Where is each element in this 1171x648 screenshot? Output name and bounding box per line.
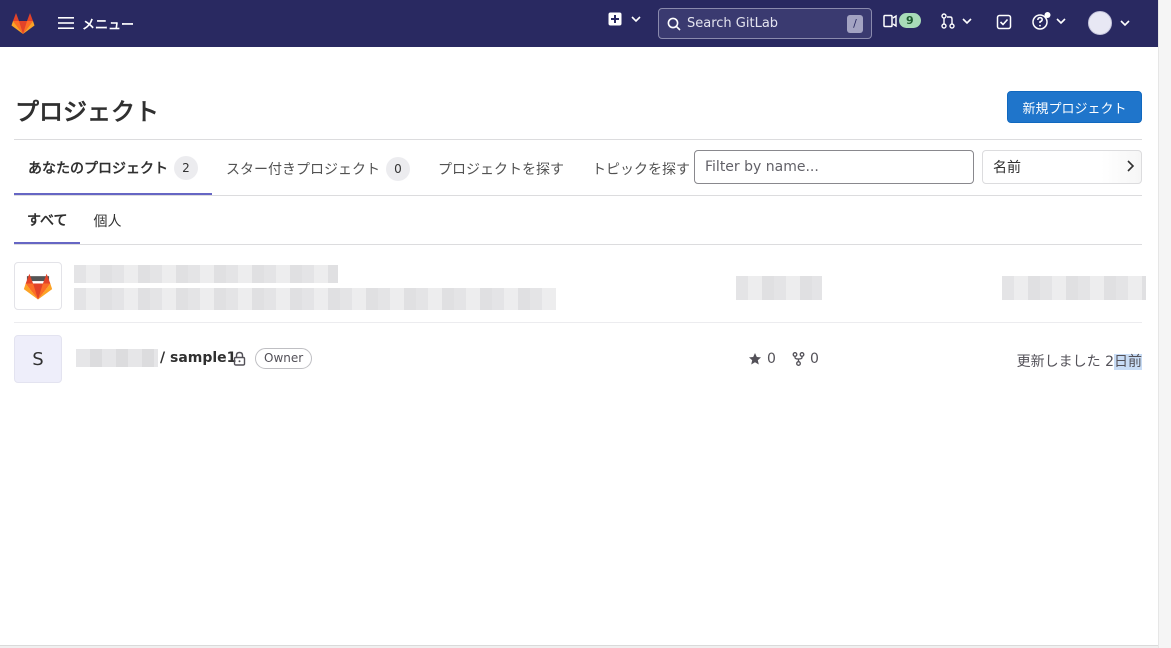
- issues-link[interactable]: 9: [883, 13, 921, 28]
- merge-request-icon: [941, 13, 955, 29]
- role-badge: Owner: [255, 348, 313, 369]
- scrollbar[interactable]: [1158, 0, 1171, 648]
- chevron-down-icon: [631, 16, 641, 23]
- create-new-dropdown[interactable]: [608, 12, 641, 26]
- tab-explore-projects[interactable]: プロジェクトを探す: [424, 143, 578, 195]
- search-input[interactable]: [687, 16, 837, 31]
- sort-dropdown[interactable]: 名前: [982, 150, 1142, 184]
- plus-square-icon: [608, 12, 622, 26]
- tab-count-badge: 0: [386, 157, 410, 181]
- project-name-link[interactable]: / sample1: [160, 350, 236, 366]
- redacted-project-name: [74, 265, 338, 283]
- tab-label: プロジェクトを探す: [438, 162, 564, 178]
- gitlab-logo-icon[interactable]: [10, 10, 36, 36]
- subtab-personal[interactable]: 個人: [80, 197, 134, 244]
- issues-count-badge: 9: [899, 13, 921, 28]
- project-row[interactable]: [14, 262, 1146, 312]
- redacted-project-description: [74, 288, 556, 310]
- tab-your-projects[interactable]: あなたのプロジェクト 2: [14, 143, 212, 195]
- divider: [14, 244, 1142, 245]
- updated-prefix: 更新しました 2: [1016, 354, 1114, 370]
- divider: [14, 322, 1142, 323]
- forks-count: 0: [810, 351, 819, 367]
- chevron-down-icon: [1056, 18, 1066, 25]
- divider: [14, 195, 1142, 196]
- chevron-down-icon: [1120, 20, 1130, 27]
- updated-suffix: 日前: [1114, 354, 1142, 370]
- stars-count-link[interactable]: 0: [748, 351, 776, 367]
- divider: [14, 139, 1142, 140]
- fork-icon: [792, 352, 805, 366]
- tab-count-badge: 2: [174, 156, 198, 180]
- help-icon: [1032, 12, 1051, 30]
- tab-explore-topics[interactable]: トピックを探す: [578, 143, 690, 195]
- redacted-project-updated: [1002, 276, 1146, 300]
- todo-checkbox-icon: [996, 14, 1012, 30]
- tab-label: トピックを探す: [592, 162, 690, 178]
- menu-button[interactable]: メニュー: [58, 12, 134, 34]
- chevron-down-icon: [962, 18, 972, 25]
- tab-starred-projects[interactable]: スター付きプロジェクト 0: [212, 143, 424, 195]
- project-subtabs: すべて 個人: [14, 197, 134, 244]
- stars-count: 0: [767, 351, 776, 367]
- new-project-button[interactable]: 新規プロジェクト: [1007, 91, 1142, 123]
- issues-icon: [883, 14, 897, 27]
- todo-link[interactable]: [996, 14, 1012, 34]
- menu-label: メニュー: [82, 17, 135, 33]
- project-avatar: S: [14, 335, 62, 383]
- updated-time: 更新しました 2日前: [1017, 351, 1142, 371]
- project-avatar: [14, 262, 62, 310]
- project-row[interactable]: S / sample1 Owner 0 0 更新しました 2日前: [14, 335, 1142, 383]
- user-menu-dropdown[interactable]: [1088, 11, 1130, 35]
- lock-icon: [233, 351, 246, 366]
- top-navbar: メニュー / 9: [0, 0, 1158, 47]
- tab-label: あなたのプロジェクト: [28, 161, 168, 177]
- filter-by-name-input[interactable]: [694, 150, 974, 184]
- redacted-project-stats: [736, 276, 822, 300]
- star-icon: [749, 353, 761, 365]
- hamburger-icon: [58, 17, 74, 29]
- merge-requests-dropdown[interactable]: [940, 13, 972, 29]
- help-dropdown[interactable]: [1032, 12, 1066, 30]
- search-icon: [667, 17, 681, 31]
- sort-label: 名前: [993, 160, 1021, 176]
- gitlab-logo-icon: [23, 273, 53, 300]
- search-box[interactable]: /: [658, 8, 872, 39]
- subtab-all[interactable]: すべて: [14, 197, 81, 244]
- tab-label: スター付きプロジェクト: [226, 162, 380, 178]
- page-title: プロジェクト: [15, 98, 159, 126]
- chevron-right-icon[interactable]: [1124, 158, 1138, 174]
- project-tabs: あなたのプロジェクト 2 スター付きプロジェクト 0 プロジェクトを探す トピッ…: [14, 143, 690, 195]
- redacted-namespace: [76, 349, 158, 367]
- search-shortcut-key: /: [847, 15, 863, 33]
- user-avatar: [1088, 11, 1112, 35]
- forks-count-link[interactable]: 0: [792, 351, 819, 367]
